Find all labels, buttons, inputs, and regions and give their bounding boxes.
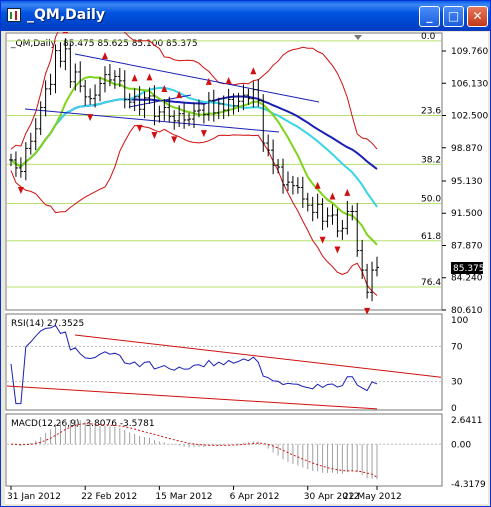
maximize-button[interactable]: □ <box>443 6 464 27</box>
rsi-axis-label: 30 <box>451 378 463 388</box>
date-axis-label: 22 Feb 2012 <box>81 492 137 502</box>
rsi-axis: 100 70 30 0 <box>451 316 468 414</box>
close-button[interactable]: ✕ <box>467 6 488 27</box>
price-axis-label: 106.130 <box>451 79 488 89</box>
chart-canvas[interactable]: _QM,Daily 85.475 85.625 85.100 85.375 0.… <box>5 32 488 504</box>
fib-level-label: 50.0 <box>421 194 441 204</box>
macd-axis-label: 2.6411 <box>451 416 483 426</box>
fib-level-label: 38.2 <box>421 155 441 165</box>
fib-level-label: 61.8 <box>421 232 441 242</box>
fib-level-label: 0.0 <box>421 32 436 42</box>
price-axis-label: 80.610 <box>451 306 483 316</box>
date-axis-label: 15 Mar 2012 <box>155 492 212 502</box>
price-axis: 109.760 106.130 102.500 98.870 95.130 91.500 8… <box>442 47 488 316</box>
macd-axis: 2.6411 0.00 -4.3179 <box>451 416 486 490</box>
price-axis-label: 95.130 <box>451 177 483 187</box>
minimize-button[interactable]: _ <box>419 6 440 27</box>
fib-level-label: 76.4 <box>421 278 441 288</box>
date-axis-label: 22 May 2012 <box>343 492 402 502</box>
price-axis-label: 84.240 <box>451 274 483 284</box>
current-price-label: 85.375 <box>453 264 485 274</box>
rsi-axis-label: 0 <box>451 404 457 414</box>
chart-window: _QM,Daily _ □ ✕ _QM,Daily 85.475 85.625 … <box>0 0 491 507</box>
price-axis-label: 91.500 <box>451 209 483 219</box>
window-title: _QM,Daily <box>27 7 105 23</box>
rsi-axis-label: 100 <box>451 316 468 326</box>
date-axis-label: 31 Jan 2012 <box>7 492 61 502</box>
rsi-pane-label: RSI(14) 27.3525 <box>11 319 84 329</box>
chart-area[interactable]: _QM,Daily 85.475 85.625 85.100 85.375 0.… <box>5 32 488 504</box>
macd-axis-label: 0.00 <box>451 440 471 450</box>
date-axis-label: 6 Apr 2012 <box>230 492 280 502</box>
price-axis-label: 87.870 <box>451 241 483 251</box>
macd-axis-label: -4.3179 <box>451 480 486 490</box>
price-axis-label: 98.870 <box>451 144 483 154</box>
date-axis: 31 Jan 2012 22 Feb 2012 15 Mar 2012 6 Apr 2… <box>7 486 402 502</box>
fib-level-label: 23.6 <box>421 107 441 117</box>
price-axis-label: 102.500 <box>451 112 488 122</box>
chart-app-icon <box>7 8 21 22</box>
title-bar[interactable]: _QM,Daily _ □ ✕ <box>1 1 490 31</box>
price-axis-label: 109.760 <box>451 47 488 57</box>
fractal-up-arrow-icon <box>62 32 69 34</box>
rsi-axis-label: 70 <box>451 342 463 352</box>
